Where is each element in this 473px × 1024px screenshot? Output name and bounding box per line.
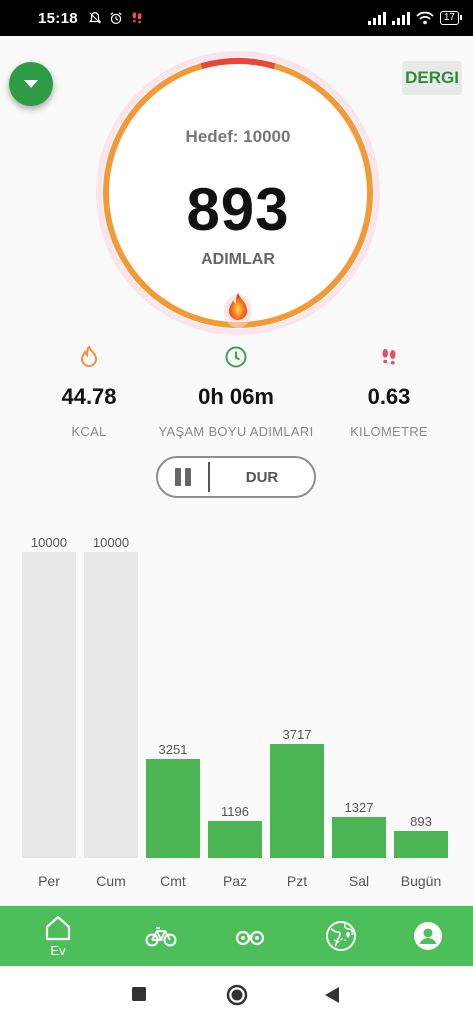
chart-category-label: Sal: [348, 873, 370, 889]
stat-value: 0h 06m: [198, 384, 274, 409]
recents-icon[interactable]: [131, 986, 147, 1002]
chart-category-label: Paz: [222, 873, 248, 889]
clock-icon: [225, 346, 247, 368]
chart-bar[interactable]: [146, 758, 200, 858]
home-icon: [45, 915, 71, 940]
footprints-icon: [382, 348, 396, 365]
chart-category-label: Pzt: [286, 873, 308, 889]
battery-icon: 17: [439, 11, 463, 25]
status-bar: 15:18 17: [0, 0, 473, 36]
stats-row: 44.78 KCAL 0h 06m YAŞAM BOYU ADIMLARI 0.…: [0, 345, 473, 439]
flame-icon: [80, 346, 98, 367]
chart-value-label: 1196: [221, 804, 249, 820]
chart-bar[interactable]: [208, 821, 262, 858]
stat-duration: 0h 06m YAŞAM BOYU ADIMLARI: [151, 345, 321, 439]
stat-label: KCAL: [71, 424, 107, 439]
system-navigation-bar: [0, 966, 473, 1024]
fire-icon: [224, 293, 252, 328]
stat-value: 44.78: [61, 384, 117, 409]
back-icon[interactable]: [324, 986, 340, 1004]
chart-value-label: 893: [410, 813, 432, 829]
footprints-icon: [132, 12, 142, 24]
chart-value-label: 3717: [282, 727, 312, 743]
wifi-icon: [416, 11, 434, 25]
bicycle-icon: [145, 927, 177, 947]
signal-icon: [391, 11, 410, 25]
map-globe-icon: [326, 921, 356, 951]
chart-bar[interactable]: [84, 552, 138, 858]
stat-calories: 44.78 KCAL: [4, 345, 174, 439]
chart-value-label: 10000: [30, 535, 68, 550]
signal-icon: [367, 11, 386, 25]
pause-stop-control: DUR: [156, 456, 316, 498]
stat-value: 0.63: [367, 384, 411, 409]
pause-icon-bar: [185, 468, 191, 486]
stat-label: KILOMETRE: [350, 424, 428, 439]
stop-button[interactable]: DUR: [210, 469, 314, 486]
nav-home[interactable]: Ev: [38, 906, 78, 966]
chart-bar[interactable]: [332, 817, 386, 858]
step-progress-ring: Hedef: 10000 893 ADIMLAR: [96, 51, 380, 335]
profile-icon: [414, 922, 442, 950]
binoculars-icon: [235, 930, 265, 946]
nav-cycling[interactable]: [141, 906, 181, 966]
stat-label: YAŞAM BOYU ADIMLARI: [158, 424, 314, 439]
chart-bar[interactable]: [394, 830, 448, 858]
stat-distance: 0.63 KILOMETRE: [304, 345, 473, 439]
status-time: 15:18: [38, 9, 78, 27]
chart-category-label: Bugün: [400, 873, 442, 889]
chart-value-label: 10000: [92, 535, 130, 550]
nav-home-label: Ev: [50, 942, 66, 958]
bottom-nav: Ev: [0, 906, 473, 966]
home-circle-icon[interactable]: [226, 984, 248, 1006]
pause-icon-bar: [175, 468, 181, 486]
step-count: 893: [186, 176, 290, 243]
chart-category-label: Cmt: [160, 873, 186, 889]
weekly-steps-chart: 10000 Per 10000 Cum 3251 Cmt 1196 Paz 3717 Pzt 132…: [0, 530, 473, 900]
nav-map[interactable]: [321, 906, 361, 966]
chart-value-label: 3251: [158, 741, 188, 757]
chart-bar[interactable]: [270, 744, 324, 858]
goal-text: Hedef: 10000: [185, 127, 291, 146]
menu-dropdown-button[interactable]: [9, 62, 53, 106]
app-content: DERGI Hedef: 10000 893 ADIMLAR 44.78 KCA…: [0, 36, 473, 906]
nav-profile[interactable]: [408, 906, 448, 966]
chart-category-label: Per: [38, 873, 60, 889]
notifications-off-icon: [88, 12, 101, 24]
pause-button[interactable]: [158, 458, 208, 496]
chart-category-label: Cum: [96, 873, 126, 889]
chevron-down-icon: [24, 80, 38, 88]
chart-bar[interactable]: [22, 552, 76, 858]
alarm-icon: [110, 12, 122, 25]
chart-value-label: 1327: [344, 800, 374, 816]
steps-label: ADIMLAR: [201, 251, 275, 268]
nav-discover[interactable]: [230, 906, 270, 966]
dergi-button[interactable]: DERGI: [402, 61, 462, 95]
